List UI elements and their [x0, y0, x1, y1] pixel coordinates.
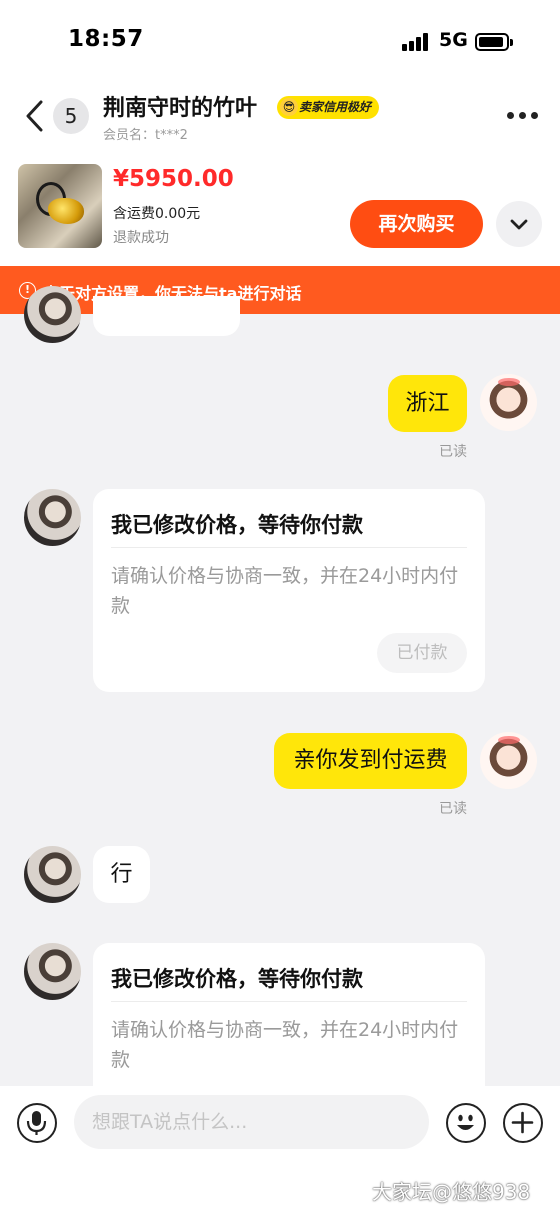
- watermark: 大家坛@悠悠938: [372, 1180, 531, 1204]
- seller-avatar[interactable]: [24, 846, 81, 903]
- rebuy-button[interactable]: 再次购买: [350, 200, 483, 248]
- seller-avatar[interactable]: [24, 286, 81, 343]
- divider: [111, 547, 467, 548]
- more-icon[interactable]: [507, 112, 539, 120]
- shop-name: 荆南守时的竹叶: [103, 96, 258, 121]
- credit-badge-label: 卖家信用极好: [299, 100, 372, 114]
- card-description: 请确认价格与协商一致，并在24小时内付款: [111, 1019, 459, 1071]
- my-avatar[interactable]: [480, 732, 537, 789]
- status-time: 18:57: [68, 26, 144, 52]
- battery-icon: [475, 33, 513, 51]
- sunglasses-face-icon: 😎: [280, 98, 298, 116]
- blocked-notice-bar: ! 由于对方设置，你无法与ta进行对话: [0, 266, 560, 314]
- message-bubble-in: 行: [93, 846, 150, 903]
- credit-badge: 😎 卖家信用极好: [277, 96, 380, 119]
- hidden-message-bubble: [93, 296, 240, 336]
- shipping-fee: 含运费0.00元: [113, 206, 201, 222]
- message-input[interactable]: [74, 1095, 429, 1149]
- unread-count-badge[interactable]: 5: [53, 98, 89, 134]
- message-bubble-out: 浙江: [388, 375, 467, 432]
- divider: [111, 1001, 467, 1002]
- card-title: 我已修改价格，等待你付款: [111, 513, 363, 537]
- read-receipt: 已读: [439, 444, 467, 460]
- read-receipt: 已读: [439, 801, 467, 817]
- message-bubble-out: 亲你发到付运费: [274, 733, 467, 789]
- signal-icon: [402, 33, 432, 51]
- order-status: 退款成功: [113, 230, 169, 246]
- network-label: 5G: [439, 29, 468, 51]
- back-arrow-icon[interactable]: [22, 98, 48, 134]
- seller-avatar[interactable]: [24, 943, 81, 1000]
- plus-icon[interactable]: [503, 1103, 543, 1143]
- order-price: ¥5950.00: [113, 166, 234, 192]
- card-description: 请确认价格与协商一致，并在24小时内付款: [111, 565, 459, 617]
- price-change-card[interactable]: 我已修改价格，等待你付款 请确认价格与协商一致，并在24小时内付款 已付款: [93, 489, 485, 692]
- microphone-icon[interactable]: [17, 1103, 57, 1143]
- paid-button[interactable]: 已付款: [377, 633, 467, 673]
- product-thumbnail[interactable]: [18, 164, 102, 248]
- price-change-card[interactable]: 我已修改价格，等待你付款 请确认价格与协商一致，并在24小时内付款: [93, 943, 485, 1086]
- card-title: 我已修改价格，等待你付款: [111, 967, 363, 991]
- chevron-down-icon[interactable]: [496, 201, 542, 247]
- member-name: 会员名：t***2: [103, 128, 188, 143]
- top-panel: 18:57 5G 5 荆南守时的竹叶 😎 卖家信用极好 会员名：t***2 ¥5…: [0, 0, 560, 266]
- message-input-wrap[interactable]: [74, 1095, 429, 1149]
- my-avatar[interactable]: [480, 374, 537, 431]
- seller-avatar[interactable]: [24, 489, 81, 546]
- emoji-icon[interactable]: [446, 1103, 486, 1143]
